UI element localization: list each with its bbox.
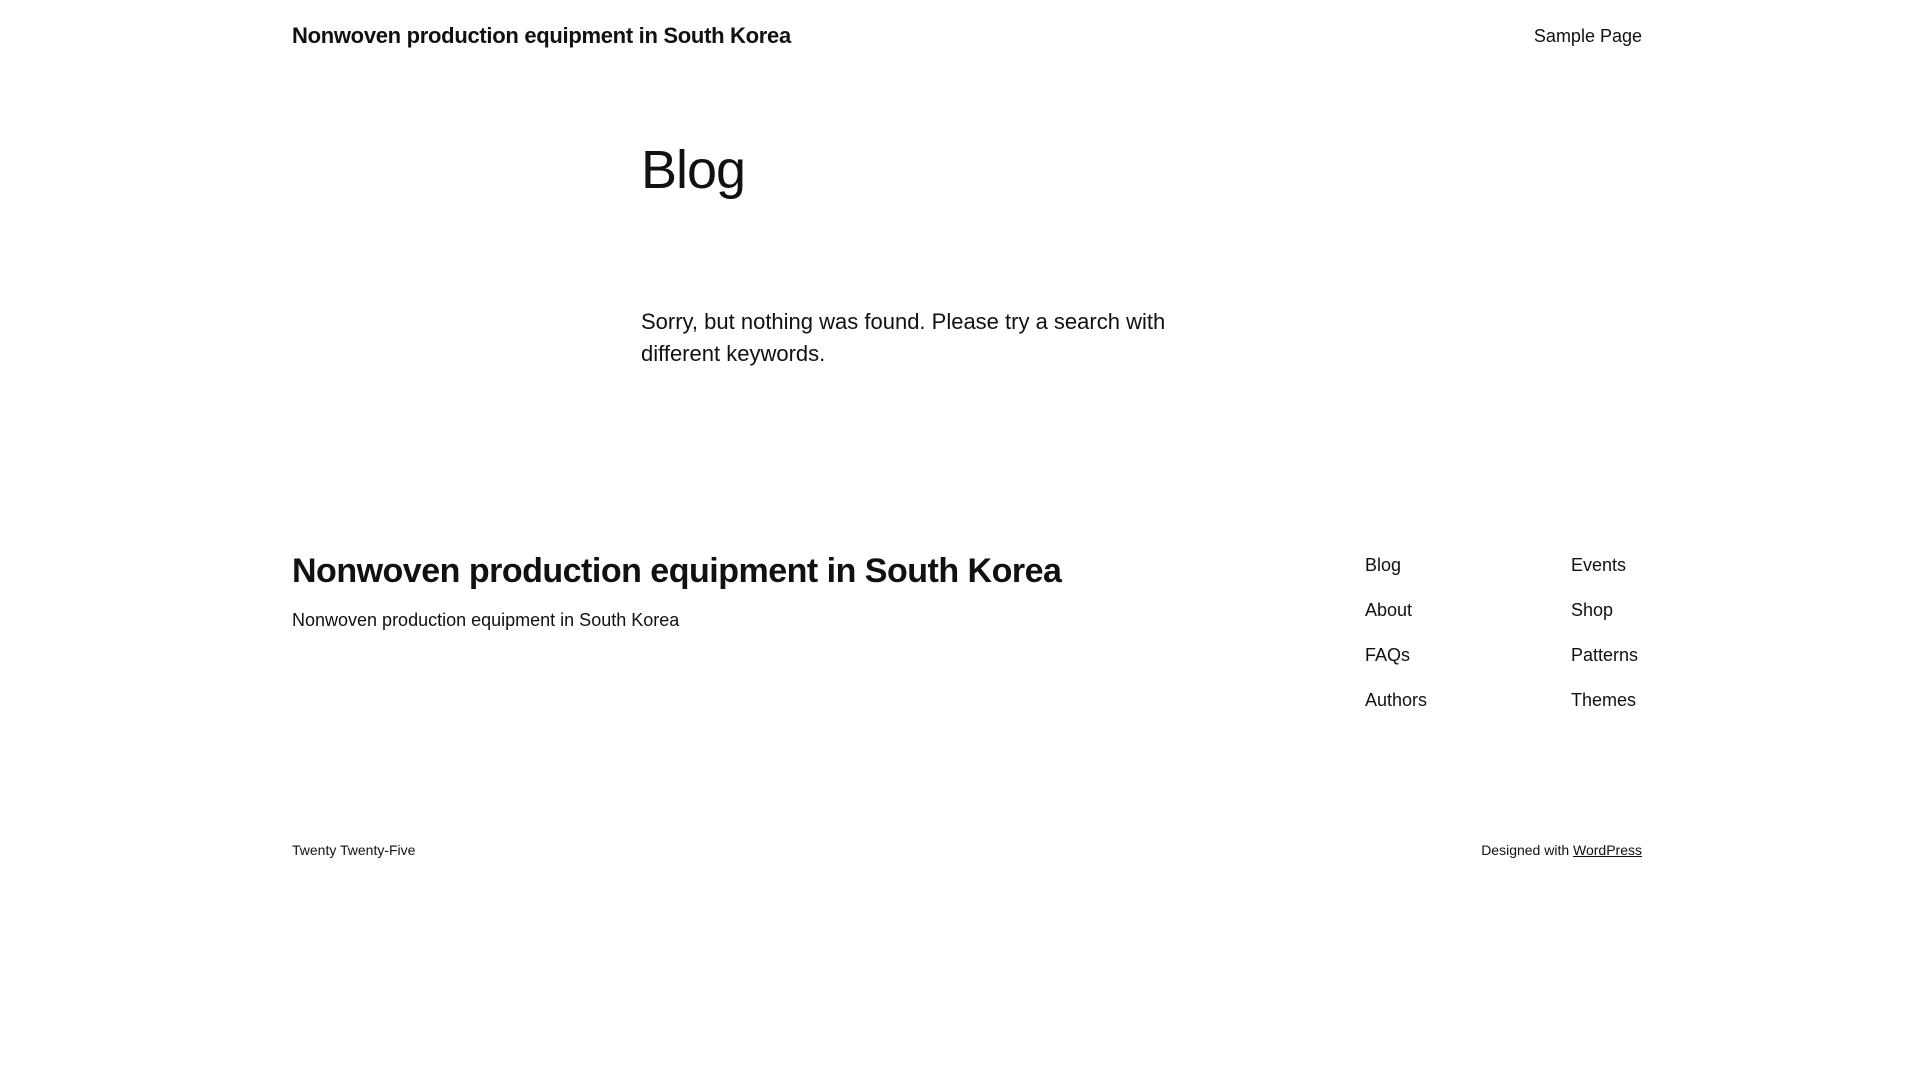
footer-nav-item-themes[interactable]: Themes: [1571, 686, 1638, 714]
footer-nav-column-1: Blog About FAQs Authors: [1365, 551, 1427, 731]
no-results-message: Sorry, but nothing was found. Please try…: [641, 309, 1166, 366]
footer-nav-item-about[interactable]: About: [1365, 596, 1427, 624]
page-title: Blog: [641, 140, 746, 200]
footer-nav-column-2: Events Shop Patterns Themes: [1571, 551, 1638, 731]
footer-nav-item-blog[interactable]: Blog: [1365, 551, 1427, 579]
designed-with-credit: Designed with WordPress: [1481, 840, 1642, 860]
designed-with-text: Designed with: [1481, 842, 1574, 858]
footer-nav-item-authors[interactable]: Authors: [1365, 686, 1427, 714]
footer-tagline: Nonwoven production equipment in South K…: [292, 610, 680, 630]
wordpress-link[interactable]: WordPress: [1573, 842, 1642, 858]
footer-credits: Twenty Twenty-Five Designed with WordPre…: [292, 840, 1642, 860]
theme-name: Twenty Twenty-Five: [292, 842, 416, 858]
site-header: Nonwoven production equipment in South K…: [292, 18, 1642, 54]
page: Nonwoven production equipment in South K…: [0, 0, 1920, 1080]
footer-site-title[interactable]: Nonwoven production equipment in South K…: [292, 548, 1062, 594]
footer-nav-item-faqs[interactable]: FAQs: [1365, 641, 1427, 669]
site-title-link[interactable]: Nonwoven production equipment in South K…: [292, 23, 791, 49]
footer-nav-item-events[interactable]: Events: [1571, 551, 1638, 579]
nav-item-sample-page[interactable]: Sample Page: [1534, 26, 1642, 46]
header-nav: Sample Page: [1534, 26, 1642, 47]
footer-nav-item-shop[interactable]: Shop: [1571, 596, 1638, 624]
footer-nav-item-patterns[interactable]: Patterns: [1571, 641, 1638, 669]
